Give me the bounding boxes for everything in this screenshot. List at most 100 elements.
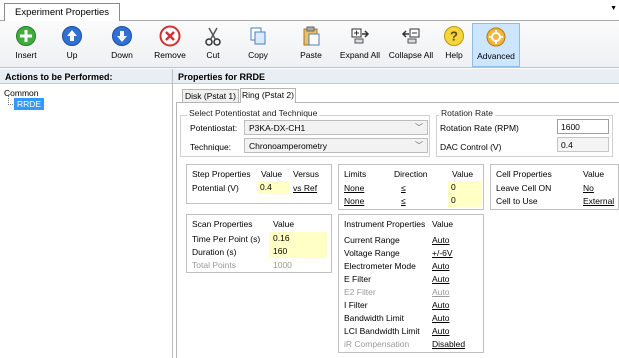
- help-label: Help: [445, 50, 463, 60]
- step-potential-label: Potential (V): [192, 183, 239, 193]
- chevron-down-icon: ﹀: [415, 141, 423, 150]
- rotation-rate-group-title: Rotation Rate: [439, 108, 495, 118]
- electrometer-mode-label: Electrometer Mode: [344, 261, 416, 271]
- toolbar: Insert Up Down Remove Cut Copy Paste Exp…: [0, 21, 619, 68]
- actions-panel-title: Actions to be Performed:: [0, 69, 172, 84]
- paste-label: Paste: [300, 50, 322, 60]
- insert-button[interactable]: Insert: [8, 23, 44, 67]
- technique-value: Chronoamperometry: [249, 141, 327, 151]
- help-icon: ?: [444, 26, 464, 46]
- cut-button[interactable]: Cut: [199, 23, 227, 67]
- scan-header-value: Value: [273, 219, 295, 229]
- technique-select[interactable]: Chronoamperometry ﹀: [244, 138, 428, 153]
- lci-bandwidth-limit-link[interactable]: Auto: [432, 326, 450, 337]
- cell-properties-table: Cell Properties Value Leave Cell ON No C…: [490, 164, 619, 210]
- dac-control-label: DAC Control (V): [440, 142, 502, 152]
- copy-label: Copy: [248, 50, 268, 60]
- total-points-label: Total Points: [192, 260, 236, 270]
- step-potential-value[interactable]: 0.4: [257, 181, 289, 194]
- limits-header-direction: Direction: [394, 169, 428, 179]
- limit1-value[interactable]: 0: [448, 181, 482, 194]
- remove-label: Remove: [154, 50, 186, 60]
- voltage-range-label: Voltage Range: [344, 248, 400, 258]
- scan-header-property: Scan Properties: [192, 219, 253, 229]
- paste-button[interactable]: Paste: [296, 23, 326, 67]
- limit2-value[interactable]: 0: [448, 194, 482, 207]
- limits-header-value: Value: [452, 169, 474, 179]
- lci-bandwidth-limit-label: LCI Bandwidth Limit: [344, 326, 420, 336]
- ir-compensation-label: iR Compensation: [344, 339, 410, 349]
- advanced-icon: [486, 27, 506, 47]
- advanced-label: Advanced: [477, 51, 515, 61]
- voltage-range-link[interactable]: +/-6V: [432, 248, 453, 259]
- collapse-all-button[interactable]: Collapse All: [386, 23, 436, 67]
- cell-to-use-link[interactable]: External: [583, 196, 614, 207]
- remove-button[interactable]: Remove: [150, 23, 190, 67]
- expand-all-icon: [351, 28, 370, 44]
- step-properties-table: Step Properties Value Versus Potential (…: [186, 164, 332, 204]
- time-per-point-value[interactable]: 0.16: [269, 232, 327, 245]
- time-per-point-label: Time Per Point (s): [192, 234, 261, 244]
- potentiostat-group-title: Select Potentiostat and Technique: [187, 108, 320, 118]
- limit1-type-link[interactable]: None: [344, 183, 364, 194]
- duration-value[interactable]: 160: [269, 245, 327, 258]
- down-icon: [112, 26, 132, 46]
- copy-icon: [250, 27, 266, 45]
- instrument-header-value: Value: [432, 219, 454, 229]
- chevron-down-icon: ﹀: [415, 123, 423, 132]
- advanced-button[interactable]: Advanced: [472, 23, 520, 67]
- properties-panel-title: Properties for RRDE: [173, 69, 619, 84]
- up-button[interactable]: Up: [58, 23, 86, 67]
- help-button[interactable]: ? Help: [440, 23, 468, 67]
- limit2-direction-link[interactable]: ≤: [401, 196, 406, 207]
- step-potential-versus-link[interactable]: vs Ref: [293, 183, 317, 194]
- current-range-label: Current Range: [344, 235, 400, 245]
- bandwidth-limit-link[interactable]: Auto: [432, 313, 450, 324]
- potentiostat-label: Potentiostat:: [190, 123, 238, 133]
- copy-button[interactable]: Copy: [243, 23, 273, 67]
- cell-header-property: Cell Properties: [496, 169, 552, 179]
- up-icon: [62, 26, 82, 46]
- rotation-rpm-label: Rotation Rate (RPM): [440, 123, 519, 133]
- i-filter-label: I Filter: [344, 300, 368, 310]
- tree-connector: [8, 96, 13, 105]
- tab-disk[interactable]: Disk (Pstat 1): [182, 89, 239, 103]
- remove-icon: [159, 25, 181, 47]
- collapse-all-icon: [401, 28, 420, 44]
- step-header-versus: Versus: [293, 169, 319, 179]
- insert-icon: [16, 26, 36, 46]
- experiment-properties-tab[interactable]: Experiment Properties: [4, 3, 120, 21]
- ir-compensation-link[interactable]: Disabled: [432, 339, 465, 350]
- rotation-rpm-input[interactable]: 1600: [557, 119, 609, 134]
- total-points-value: 1000: [273, 260, 292, 270]
- current-range-link[interactable]: Auto: [432, 235, 450, 246]
- step-header-value: Value: [261, 169, 283, 179]
- paste-icon: [303, 26, 320, 46]
- svg-text:?: ?: [450, 29, 458, 44]
- e2-filter-label: E2 Filter: [344, 287, 376, 297]
- electrometer-mode-link[interactable]: Auto: [432, 261, 450, 272]
- expand-all-button[interactable]: Expand All: [336, 23, 384, 67]
- cut-icon: [205, 27, 221, 46]
- duration-label: Duration (s): [192, 247, 237, 257]
- actions-tree: [0, 85, 172, 358]
- limit1-direction-link[interactable]: ≤: [401, 183, 406, 194]
- bandwidth-limit-label: Bandwidth Limit: [344, 313, 405, 323]
- expand-all-label: Expand All: [339, 50, 381, 60]
- potentiostat-value: P3KA-DX-CH1: [249, 123, 306, 133]
- e-filter-link[interactable]: Auto: [432, 274, 450, 285]
- instrument-header-property: Instrument Properties: [344, 219, 426, 229]
- technique-label: Technique:: [190, 142, 232, 152]
- step-header-property: Step Properties: [192, 169, 251, 179]
- down-button[interactable]: Down: [107, 23, 137, 67]
- i-filter-link[interactable]: Auto: [432, 300, 450, 311]
- tab-ring[interactable]: Ring (Pstat 2): [240, 88, 296, 103]
- tree-item-rrde[interactable]: RRDE: [14, 98, 45, 110]
- potentiostat-select[interactable]: P3KA-DX-CH1 ﹀: [244, 120, 428, 135]
- tab-overflow-chevron-icon[interactable]: ▼: [610, 5, 617, 12]
- instrument-properties-table: Instrument Properties Value Current Rang…: [338, 214, 484, 353]
- leave-cell-on-link[interactable]: No: [583, 183, 594, 194]
- up-label: Up: [66, 50, 78, 60]
- limit2-type-link[interactable]: None: [344, 196, 364, 207]
- down-label: Down: [111, 50, 133, 60]
